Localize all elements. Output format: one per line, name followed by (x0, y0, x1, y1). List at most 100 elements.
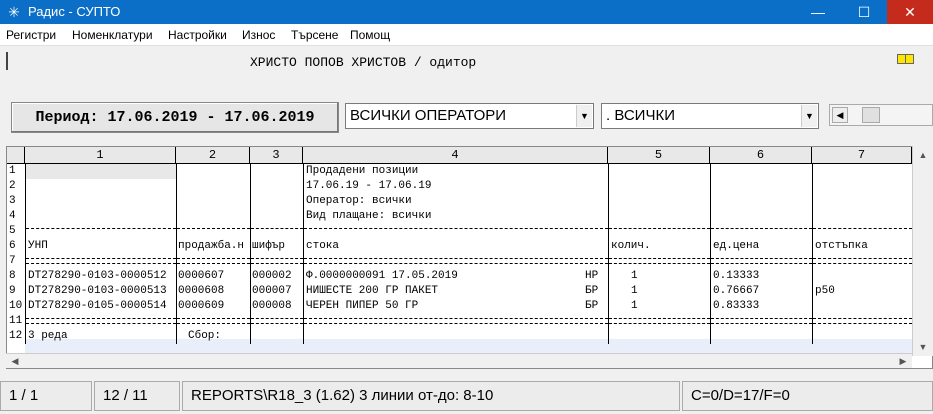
row-number: 4 (9, 210, 16, 222)
separator (26, 228, 176, 229)
menu-nomenclatures[interactable]: Номенклатури (72, 28, 153, 42)
scroll-left-icon[interactable]: ◀ (832, 107, 848, 123)
cell-qty: 1 (631, 300, 638, 312)
menu-registers[interactable]: Регистри (6, 28, 56, 42)
separator (304, 318, 608, 324)
operators-value: ВСИЧКИ ОПЕРАТОРИ (350, 107, 507, 124)
grid-line (608, 164, 609, 344)
column-header-2[interactable]: 2 (176, 147, 250, 164)
cell-item: НИШЕСТЕ 200 ГР ПАКЕТ (306, 285, 439, 297)
operators-select[interactable]: ВСИЧКИ ОПЕРАТОРИ ▼ (345, 103, 594, 129)
cell-qty: 1 (631, 270, 638, 282)
column-header-1[interactable]: 1 (25, 147, 176, 164)
separator (813, 318, 912, 324)
header-sale: продажба.н (178, 240, 245, 252)
cell-price: 0.76667 (713, 285, 760, 297)
category-value: . ВСИЧКИ (606, 107, 675, 124)
footer-rows-count: 3 реда (28, 330, 68, 342)
current-row[interactable] (25, 339, 917, 354)
separator (26, 318, 176, 324)
grid-line (176, 164, 177, 344)
report-grid[interactable]: 1 2 3 4 5 6 7 1 2 3 4 5 6 7 8 9 10 11 12… (6, 146, 933, 369)
cell-vat: НР (585, 270, 599, 282)
selected-cell[interactable] (25, 164, 176, 179)
separator (177, 318, 250, 324)
row-number: 8 (9, 270, 16, 282)
separator (304, 258, 608, 264)
status-report: REPORTS\R18_3 (1.62) 3 линии от-до: 8-10 (182, 381, 680, 411)
separator (177, 228, 250, 229)
separator (711, 258, 812, 264)
separator (711, 228, 812, 229)
category-select[interactable]: . ВСИЧКИ ▼ (601, 103, 819, 129)
cell-code: 000008 (252, 300, 292, 312)
maximize-button[interactable]: ☐ (841, 0, 887, 24)
menu-settings[interactable]: Настройки (168, 28, 227, 42)
scroll-right-icon[interactable]: ▶ (896, 355, 910, 368)
row-number: 6 (9, 240, 16, 252)
scroll-left-icon[interactable]: ◀ (8, 355, 22, 368)
scroll-down-icon[interactable]: ▼ (916, 340, 930, 354)
row-number: 9 (9, 285, 16, 297)
row-number: 1 (9, 165, 16, 177)
menu-bar: Регистри Номенклатури Настройки Износ Тъ… (0, 24, 933, 46)
cell-price: 0.83333 (713, 300, 760, 312)
menu-wear[interactable]: Износ (242, 28, 275, 42)
title-bar: ✳ Радис - СУПТО — ☐ ✕ (0, 0, 933, 24)
scroll-thumb[interactable] (862, 107, 880, 123)
header-code: шифър (252, 240, 286, 252)
chevron-down-icon[interactable]: ▼ (576, 105, 592, 127)
scroll-up-icon[interactable]: ▲ (916, 148, 930, 162)
app-star-icon: ✳ (8, 4, 20, 20)
column-header-3[interactable]: 3 (250, 147, 303, 164)
status-position: 1 / 1 (0, 381, 92, 411)
row-number: 11 (9, 315, 23, 327)
cell-vat: БР (585, 300, 599, 312)
column-header-6[interactable]: 6 (710, 147, 812, 164)
header-divider (6, 52, 8, 70)
cell-sale: 0000607 (178, 270, 225, 282)
status-rows: 12 / 11 (94, 381, 180, 411)
grid-line (812, 164, 813, 344)
filter-scrollbar[interactable]: ◀ (829, 104, 933, 126)
grid-line (250, 164, 251, 344)
separator (251, 258, 303, 264)
period-button[interactable]: Период: 17.06.2019 - 17.06.2019 (11, 102, 339, 133)
menu-search[interactable]: Търсене (291, 28, 338, 42)
close-button[interactable]: ✕ (887, 0, 933, 24)
cell-price: 0.13333 (713, 270, 760, 282)
chevron-down-icon[interactable]: ▼ (801, 105, 817, 127)
header-item: стока (306, 240, 340, 252)
report-operator: Оператор: всички (306, 195, 412, 207)
header-discount: отстъпка (815, 240, 868, 252)
footer-sum-label: Сбор: (188, 330, 222, 342)
separator (304, 228, 608, 229)
cell-item: ЧЕРЕН ПИПЕР 50 ГР (306, 300, 419, 312)
cell-item: Ф.0000000091 17.05.2019 (306, 270, 458, 282)
user-header: ХРИСТО ПОПОВ ХРИСТОВ / одитор (0, 48, 933, 76)
cell-sale: 0000609 (178, 300, 225, 312)
window-title: Радис - СУПТО (28, 4, 121, 19)
report-title: Продадени позиции (306, 165, 419, 177)
vertical-scrollbar[interactable]: ▲ ▼ (912, 146, 933, 356)
cell-code: 000002 (252, 270, 292, 282)
row-number: 5 (9, 225, 16, 237)
column-header-7[interactable]: 7 (812, 147, 912, 164)
indicator-icon (897, 54, 914, 64)
cell-sale: 0000608 (178, 285, 225, 297)
row-number: 3 (9, 195, 16, 207)
cell-discount: p50 (815, 285, 835, 297)
menu-help[interactable]: Помощ (350, 28, 390, 42)
separator (609, 258, 710, 264)
header-price: ед.цена (713, 240, 760, 252)
row-number: 7 (9, 255, 16, 267)
column-header-4[interactable]: 4 (303, 147, 608, 164)
minimize-button[interactable]: — (795, 0, 841, 24)
row-number: 12 (9, 330, 23, 342)
column-header-5[interactable]: 5 (608, 147, 710, 164)
separator (609, 318, 710, 324)
report-period: 17.06.19 - 17.06.19 (306, 180, 432, 192)
horizontal-scrollbar[interactable]: ◀ ▶ (6, 353, 912, 368)
separator (711, 318, 812, 324)
separator (177, 258, 250, 264)
